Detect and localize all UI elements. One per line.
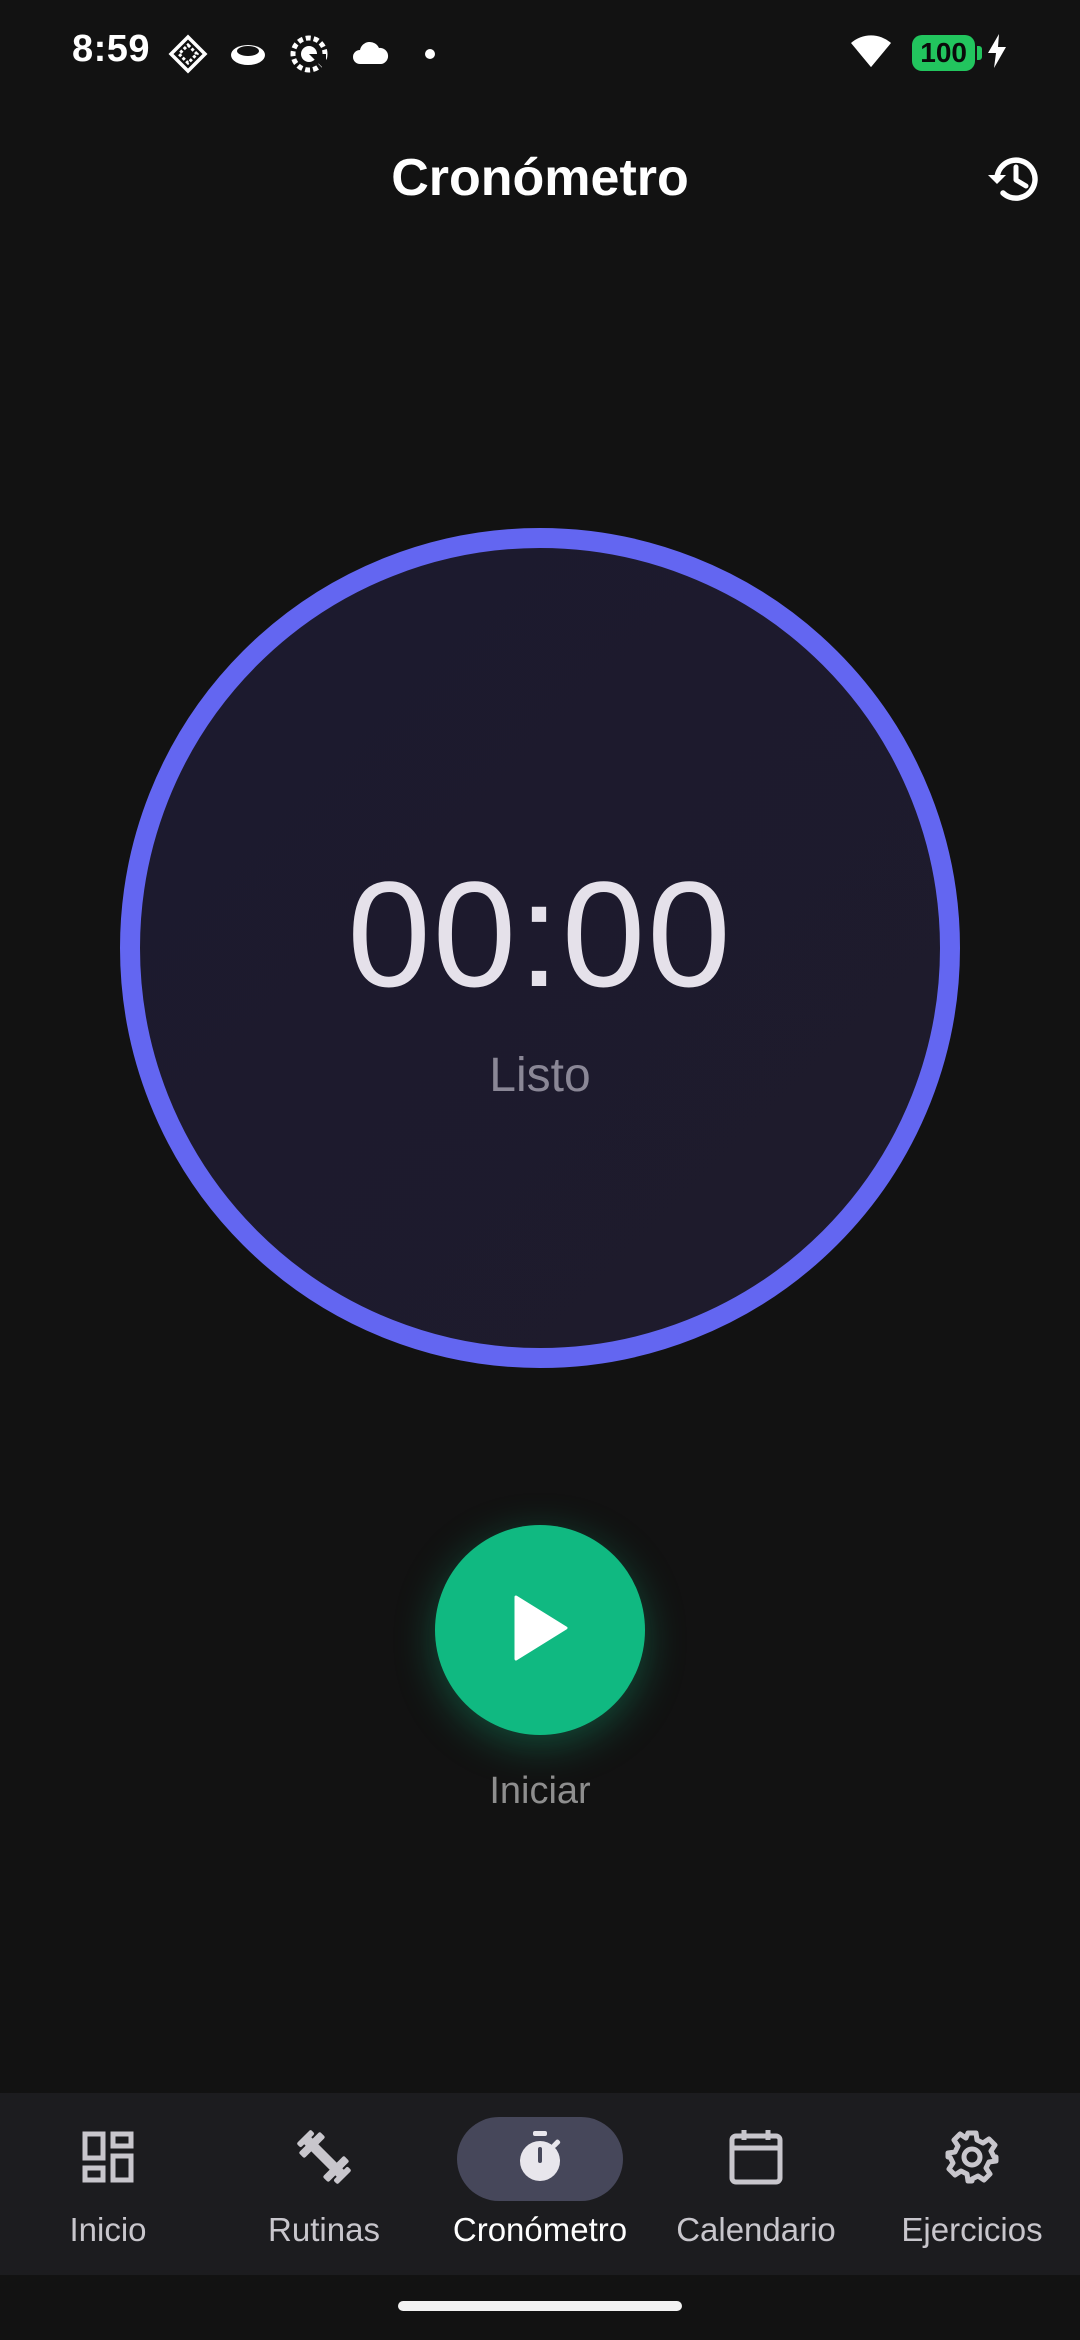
page-title: Cronómetro bbox=[391, 149, 689, 207]
battery-level: 100 bbox=[912, 35, 975, 71]
dot-icon bbox=[424, 48, 436, 60]
nav-label: Calendario bbox=[676, 2211, 836, 2248]
settings-app-icon bbox=[288, 33, 330, 75]
status-time: 8:59 bbox=[72, 28, 151, 70]
nav-item-inicio[interactable]: Inicio bbox=[0, 2093, 216, 2275]
timer-ring: 00:00 Listo bbox=[120, 528, 960, 1368]
system-icons: 100 bbox=[848, 30, 1008, 76]
timer-display: 00:00 bbox=[347, 850, 733, 1018]
start-button[interactable] bbox=[435, 1525, 645, 1735]
nav-item-ejercicios[interactable]: Ejercicios bbox=[864, 2093, 1080, 2275]
nav-item-rutinas[interactable]: Rutinas bbox=[216, 2093, 432, 2275]
notification-icons bbox=[168, 32, 436, 76]
dashboard-icon bbox=[81, 2130, 135, 2189]
bottom-navigation: Inicio Rutinas Cronómetro Calendario Eje… bbox=[0, 2093, 1080, 2275]
calendar-icon bbox=[728, 2128, 784, 2191]
wifi-icon bbox=[848, 31, 894, 76]
nav-label: Ejercicios bbox=[901, 2211, 1043, 2248]
cloud-icon bbox=[350, 34, 390, 74]
gear-icon bbox=[944, 2129, 1000, 2190]
home-indicator[interactable] bbox=[398, 2301, 682, 2311]
cloud-app-icon bbox=[228, 34, 268, 74]
history-icon bbox=[985, 149, 1045, 214]
stopwatch-icon bbox=[512, 2129, 568, 2190]
start-label: Iniciar bbox=[489, 1770, 591, 1812]
nav-label: Rutinas bbox=[268, 2211, 380, 2248]
diamond-app-icon bbox=[168, 34, 208, 74]
nav-label: Inicio bbox=[69, 2211, 147, 2248]
nav-item-calendario[interactable]: Calendario bbox=[648, 2093, 864, 2275]
charging-icon bbox=[986, 33, 1008, 74]
nav-item-cronometro[interactable]: Cronómetro bbox=[432, 2093, 648, 2275]
play-icon bbox=[510, 1593, 570, 1668]
battery-icon: 100 bbox=[912, 33, 982, 73]
status-bar: 8:59 100 bbox=[0, 0, 1080, 110]
history-button[interactable] bbox=[980, 146, 1050, 216]
timer-status: Listo bbox=[489, 1049, 591, 1102]
dumbbell-icon bbox=[295, 2128, 353, 2191]
nav-label: Cronómetro bbox=[452, 2211, 628, 2248]
app-bar: Cronómetro bbox=[0, 130, 1080, 230]
